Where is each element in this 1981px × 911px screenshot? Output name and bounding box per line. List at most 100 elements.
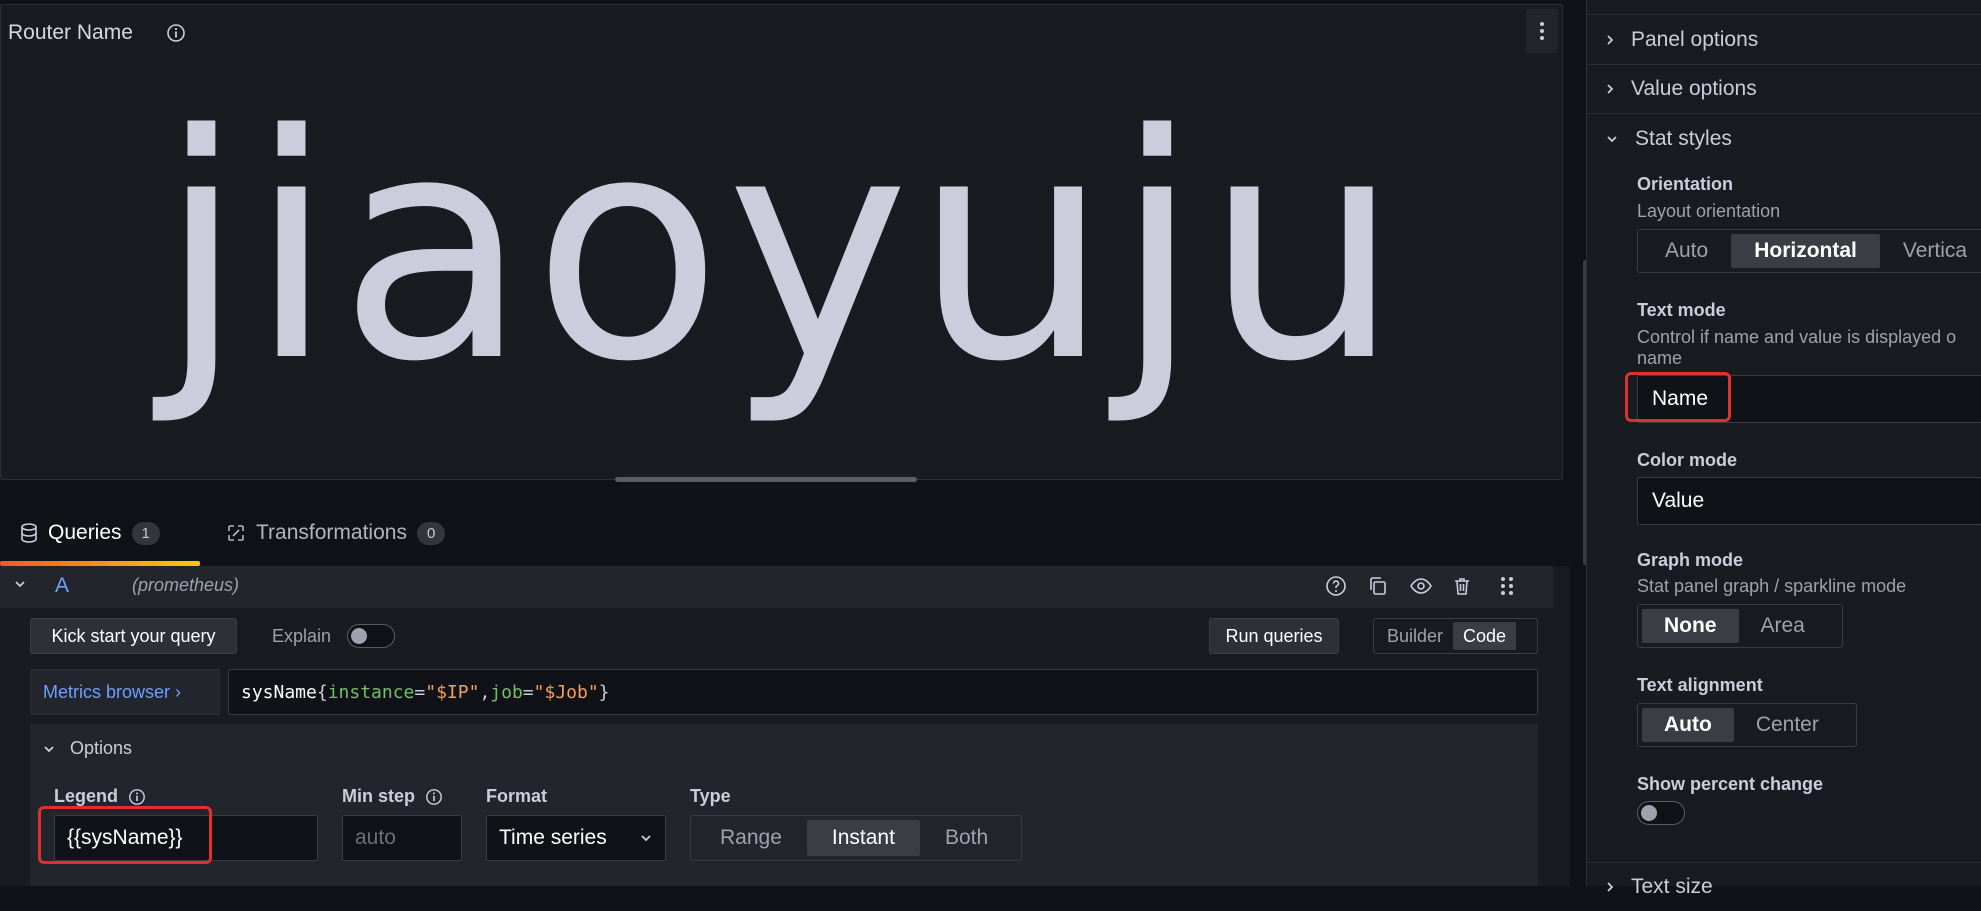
type-label: Type [690, 786, 731, 806]
min-step-label-text: Min step [342, 786, 416, 806]
expr-label: job [490, 681, 523, 703]
type-instant-button[interactable]: Instant [806, 820, 920, 856]
query-options-section: Options Legend {{sysName}} Min step auto… [30, 724, 1538, 886]
tab-queries-label: Queries [48, 521, 122, 544]
expr-brace: { [316, 681, 328, 703]
editor-mode-switch: Builder Code [1373, 618, 1538, 654]
text-alignment-radio-group: Auto Center [1637, 703, 1857, 747]
type-range-button[interactable]: Range [695, 820, 807, 856]
min-step-label: Min step [342, 786, 443, 807]
format-select-value: Time series [499, 826, 607, 849]
chevron-right-icon [1607, 84, 1614, 94]
legend-highlight-box [38, 806, 212, 864]
expr-comma: , [479, 681, 491, 703]
graph-mode-area-button[interactable]: Area [1739, 609, 1827, 643]
queries-count-badge: 1 [131, 521, 160, 545]
database-icon [21, 523, 37, 543]
show-percent-change-toggle[interactable] [1637, 801, 1685, 825]
section-text-size[interactable]: Text size [1587, 862, 1981, 911]
panel-title: Router Name [8, 21, 133, 44]
section-panel-options[interactable]: Panel options [1587, 16, 1981, 65]
explain-toggle[interactable] [347, 624, 395, 648]
info-icon[interactable] [425, 788, 443, 806]
tab-transformations-label: Transformations [256, 521, 407, 544]
tab-transformations[interactable]: Transformations 0 [226, 521, 446, 545]
orientation-radio-group: Auto Horizontal Vertica [1637, 229, 1981, 273]
orientation-horizontal-button[interactable]: Horizontal [1731, 234, 1880, 268]
help-icon[interactable] [1325, 575, 1347, 602]
duplicate-icon[interactable] [1367, 575, 1389, 602]
expr-operator: = [414, 681, 426, 703]
text-alignment-center-button[interactable]: Center [1734, 708, 1841, 742]
metrics-browser-label: Metrics browser [43, 681, 171, 702]
text-mode-highlight-box [1625, 372, 1731, 422]
metrics-browser-button[interactable]: Metrics browser › [30, 669, 220, 715]
panel-editor-main: Router Name jiaoyuju Queries 1 Transform… [0, 0, 1588, 886]
orientation-vertical-button[interactable]: Vertica [1880, 234, 1981, 268]
section-panel-options-label: Panel options [1631, 28, 1759, 51]
drag-handle-icon[interactable] [1500, 575, 1514, 602]
expr-value: "$Job" [533, 681, 599, 703]
tab-queries[interactable]: Queries 1 [20, 521, 160, 545]
options-header-label: Options [70, 738, 133, 758]
transform-icon [228, 525, 244, 541]
options-toggle[interactable]: Options [42, 738, 132, 759]
graph-mode-none-button[interactable]: None [1642, 609, 1739, 643]
eye-icon[interactable] [1409, 575, 1433, 602]
run-queries-button[interactable]: Run queries [1209, 618, 1339, 654]
text-alignment-label: Text alignment [1637, 675, 1763, 695]
chevron-down-icon[interactable] [12, 576, 28, 597]
options-pane: Panel options Value options Stat styles … [1586, 0, 1981, 898]
min-step-input[interactable]: auto [342, 815, 462, 861]
chevron-down-icon [641, 835, 651, 842]
info-icon[interactable] [128, 788, 146, 806]
editor-tabs: Queries 1 Transformations 0 [0, 515, 1570, 567]
color-mode-label: Color mode [1637, 450, 1738, 470]
text-mode-description: Control if name and value is displayed o… [1637, 327, 1957, 368]
query-row-header[interactable]: A (prometheus) [0, 566, 1553, 608]
panel-preview: Router Name jiaoyuju [0, 4, 1563, 480]
graph-mode-label: Graph mode [1637, 550, 1744, 570]
query-type-radio-group: Range Instant Both [690, 815, 1022, 861]
text-mode-label: Text mode [1637, 300, 1726, 320]
chevron-down-icon [1607, 135, 1617, 142]
toggle-knob [1641, 805, 1657, 821]
trash-icon[interactable] [1451, 575, 1473, 602]
graph-mode-description: Stat panel graph / sparkline mode [1637, 576, 1907, 596]
query-editor: A (prometheus) Kick start your query Exp… [0, 566, 1570, 886]
color-mode-select[interactable]: Value [1637, 477, 1981, 525]
info-icon[interactable] [166, 23, 186, 48]
panel-menu-button[interactable] [1526, 9, 1558, 53]
orientation-description: Layout orientation [1637, 201, 1781, 221]
section-stat-styles[interactable]: Stat styles [1587, 114, 1981, 163]
orientation-label: Orientation [1637, 174, 1734, 194]
expr-metric: sysName [241, 681, 317, 703]
format-label: Format [486, 786, 548, 806]
expr-value: "$IP" [425, 681, 480, 703]
expr-brace: } [598, 681, 610, 703]
query-expression-input[interactable]: sysName{instance = "$IP", job = "$Job"} [228, 669, 1538, 715]
chevron-right-icon: › [175, 681, 182, 702]
chevron-right-icon [1607, 35, 1614, 45]
graph-mode-radio-group: None Area [1637, 604, 1843, 648]
builder-mode-button[interactable]: Builder [1377, 622, 1453, 650]
type-both-button[interactable]: Both [920, 820, 1013, 856]
explain-label: Explain [272, 626, 332, 646]
legend-label: Legend [54, 786, 146, 807]
toggle-knob [351, 628, 367, 644]
stat-value: jiaoyuju [158, 69, 1405, 430]
more-vertical-icon [1540, 22, 1544, 40]
section-stat-styles-label: Stat styles [1635, 126, 1732, 150]
kick-start-query-button[interactable]: Kick start your query [30, 618, 237, 654]
section-value-options[interactable]: Value options [1587, 65, 1981, 114]
expr-label: instance [327, 681, 415, 703]
format-select[interactable]: Time series [486, 815, 666, 861]
query-ref-id[interactable]: A [55, 574, 69, 598]
text-alignment-auto-button[interactable]: Auto [1642, 708, 1734, 742]
orientation-auto-button[interactable]: Auto [1642, 234, 1731, 268]
expr-operator: = [522, 681, 534, 703]
panel-resize-handle[interactable] [615, 477, 917, 482]
section-value-options-label: Value options [1631, 77, 1757, 100]
transformations-count-badge: 0 [416, 521, 446, 545]
code-mode-button[interactable]: Code [1453, 622, 1517, 650]
